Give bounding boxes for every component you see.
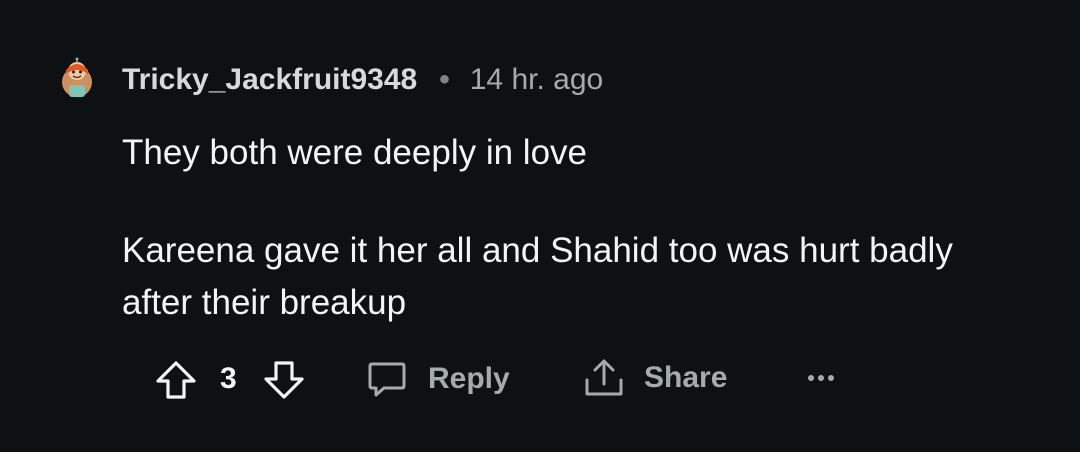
- share-label: Share: [644, 361, 728, 394]
- more-options-button[interactable]: [806, 362, 838, 394]
- comment-actions: 3 Reply Share: [0, 350, 1080, 406]
- avatar[interactable]: [56, 57, 98, 103]
- arrow-up-icon: [156, 361, 196, 399]
- downvote-button[interactable]: [262, 358, 306, 402]
- username[interactable]: Tricky_Jackfruit9348: [122, 63, 417, 97]
- share-icon: [585, 359, 623, 396]
- timestamp[interactable]: 14 hr. ago: [470, 63, 603, 97]
- comment: Tricky_Jackfruit9348 • 14 hr. ago They b…: [0, 0, 1080, 452]
- comment-paragraph: Kareena gave it her all and Shahid too w…: [122, 231, 953, 322]
- comment-header: Tricky_Jackfruit9348 • 14 hr. ago: [56, 56, 603, 104]
- speech-bubble-icon: [368, 362, 406, 397]
- vote-score: 3: [220, 362, 237, 395]
- separator-dot: •: [439, 63, 450, 96]
- upvote-button[interactable]: [154, 358, 198, 402]
- reply-label: Reply: [428, 362, 510, 395]
- arrow-down-icon: [264, 361, 304, 399]
- more-dots-icon: [808, 375, 834, 381]
- share-button[interactable]: Share: [582, 356, 727, 400]
- reply-button[interactable]: Reply: [366, 358, 510, 400]
- comment-paragraph: They both were deeply in love: [122, 133, 587, 172]
